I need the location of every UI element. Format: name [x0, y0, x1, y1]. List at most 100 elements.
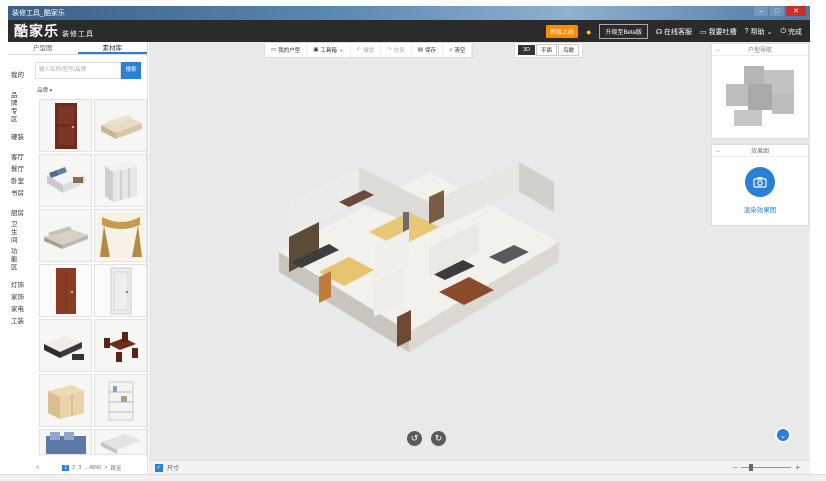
- window-bottom-edge: [0, 474, 826, 481]
- category-item[interactable]: 客厅: [8, 154, 30, 162]
- upgrade-beta-button[interactable]: 升级至Beta版: [599, 24, 648, 39]
- window-right-edge: [810, 20, 826, 474]
- clear-button[interactable]: ⌂ 清空: [443, 43, 473, 57]
- my-floorplan-button[interactable]: ▭ 我的户型: [265, 43, 308, 57]
- rotate-left-icon[interactable]: ↺: [407, 431, 422, 446]
- render-panel: ↔ 效果图 渲染效果图: [711, 144, 809, 226]
- view-bird-button[interactable]: 鸟瞰: [558, 44, 580, 56]
- online-service-button[interactable]: ☊ 在线客服: [656, 27, 692, 37]
- prev-page-icon[interactable]: <: [36, 465, 39, 471]
- zoom-slider-handle[interactable]: [749, 464, 754, 471]
- render-panel-header: ↔ 效果图: [712, 145, 808, 157]
- material-cabinet[interactable]: [39, 374, 92, 427]
- render-panel-title: 效果图: [750, 149, 769, 155]
- close-icon[interactable]: ✕: [786, 6, 806, 16]
- zoom-control: − +: [733, 463, 800, 472]
- page-last[interactable]: ...4890: [84, 465, 101, 471]
- page-3[interactable]: 3: [78, 465, 81, 471]
- floorplan-minimap[interactable]: [712, 56, 808, 136]
- feedback-button[interactable]: ▭ 我要吐槽: [700, 27, 737, 37]
- toolbox-label: 工具箱: [320, 48, 337, 54]
- material-sofa-leather[interactable]: [94, 99, 147, 152]
- search-button[interactable]: 搜索: [121, 62, 141, 79]
- category-item[interactable]: 功能区: [8, 248, 22, 272]
- material-shelf[interactable]: [94, 374, 147, 427]
- logo-subtitle: 装修工具: [62, 31, 94, 38]
- float-service-icon[interactable]: ⌄: [775, 427, 791, 443]
- brand-filter[interactable]: 品牌 ▾: [37, 86, 52, 94]
- category-item[interactable]: 工装: [8, 318, 30, 326]
- logo: 酷家乐 装修工具: [8, 21, 94, 41]
- jump-to-page[interactable]: 跳至: [110, 464, 121, 472]
- chat-icon: ▭: [700, 28, 707, 36]
- right-panel: ↔ 户型导航 ↔ 效果图 渲染效果图: [710, 42, 810, 460]
- material-sectional-sofa[interactable]: [39, 209, 92, 262]
- material-wardrobe[interactable]: [94, 154, 147, 207]
- category-item[interactable]: 餐厅: [8, 166, 30, 174]
- design-canvas[interactable]: ▭ 我的户型 ▣ 工具箱 ⌄ ↶ 撤销 ↷ 恢复 ▤ 保存 ⌂ 清空 3D 平面 鸟瞰: [149, 42, 710, 460]
- online-service-label: 在线客服: [664, 28, 693, 36]
- logo-text: 酷家乐: [14, 23, 59, 39]
- finish-button[interactable]: ⏻ 完成: [780, 27, 802, 37]
- material-door-white[interactable]: [94, 264, 147, 317]
- floorplan-navigator-header: ↔ 户型导航: [712, 44, 808, 56]
- header-actions: 新版上线 ● 升级至Beta版 ☊ 在线客服 ▭ 我要吐槽 ? 帮助 ⌄ ⏻ 完成: [546, 24, 802, 39]
- new-version-badge[interactable]: 新版上线: [546, 25, 579, 38]
- render-button[interactable]: 渲染效果图: [744, 204, 777, 214]
- view-3d-button[interactable]: 3D: [518, 45, 536, 55]
- zoom-in-icon[interactable]: +: [795, 463, 800, 472]
- category-item[interactable]: 家饰: [8, 294, 30, 302]
- material-dining-set[interactable]: [94, 319, 147, 372]
- category-item[interactable]: 我的: [8, 72, 30, 80]
- rotate-right-icon[interactable]: ↻: [431, 431, 446, 446]
- camera-icon[interactable]: [745, 167, 775, 197]
- category-item[interactable]: 硬装: [8, 134, 30, 142]
- view-plan-button[interactable]: 平面: [536, 44, 558, 56]
- material-bed[interactable]: [39, 154, 92, 207]
- bulb-icon[interactable]: ●: [586, 27, 591, 37]
- help-button[interactable]: ? 帮助 ⌄: [745, 27, 773, 37]
- category-item[interactable]: 家电: [8, 306, 30, 314]
- material-door-wood[interactable]: [39, 99, 92, 152]
- collapse-icon[interactable]: ↔: [715, 148, 721, 154]
- redo-button[interactable]: ↷ 恢复: [381, 43, 412, 57]
- search-input[interactable]: 输入名称/型号/品牌: [35, 62, 121, 79]
- material-sofa-blue[interactable]: [39, 429, 92, 455]
- collapse-icon[interactable]: ↔: [715, 47, 721, 53]
- material-curtain[interactable]: [94, 209, 147, 262]
- category-item[interactable]: 书房: [8, 190, 30, 198]
- material-grid: [39, 99, 151, 455]
- floorplan-navigator: ↔ 户型导航: [711, 43, 809, 139]
- tab-material[interactable]: 素材库: [77, 42, 147, 54]
- category-item[interactable]: 品牌专区: [8, 92, 22, 124]
- left-tabs: 户型图 素材库: [8, 42, 147, 55]
- brand-filter-label: 品牌: [37, 88, 49, 94]
- material-sofa-grey[interactable]: [94, 429, 147, 455]
- material-search: 输入名称/型号/品牌 搜索: [35, 62, 141, 79]
- category-item[interactable]: 灯饰: [8, 282, 30, 290]
- dimension-checkbox[interactable]: ✓: [155, 463, 163, 472]
- toolbox-icon: ▣: [313, 47, 319, 53]
- toolbox-button[interactable]: ▣ 工具箱 ⌄: [307, 43, 351, 57]
- my-floorplan-label: 我的户型: [278, 48, 301, 54]
- zoom-out-icon[interactable]: −: [733, 463, 738, 472]
- category-item[interactable]: 卫生间: [8, 221, 22, 245]
- material-door-brown[interactable]: [39, 264, 92, 317]
- zoom-slider[interactable]: [741, 464, 792, 471]
- maximize-icon[interactable]: □: [770, 6, 784, 16]
- category-item[interactable]: 卧室: [8, 178, 30, 186]
- minimize-icon[interactable]: –: [754, 6, 768, 16]
- floorplan-3d-model[interactable]: [279, 162, 559, 362]
- save-label: 保存: [425, 48, 437, 54]
- material-sofa-set[interactable]: [39, 319, 92, 372]
- tab-floorplan[interactable]: 户型图: [8, 42, 78, 54]
- finish-label: 完成: [788, 28, 802, 36]
- category-item[interactable]: 厨房: [8, 210, 30, 218]
- page-1[interactable]: 1: [62, 465, 70, 471]
- page-2[interactable]: 2: [72, 465, 75, 471]
- save-button[interactable]: ▤ 保存: [412, 43, 444, 57]
- main-toolbar: ▭ 我的户型 ▣ 工具箱 ⌄ ↶ 撤销 ↷ 恢复 ▤ 保存 ⌂ 清空: [264, 42, 474, 58]
- undo-button[interactable]: ↶ 撤销: [351, 43, 382, 57]
- next-page-icon[interactable]: >: [104, 465, 107, 471]
- pagination: < 1 2 3 ...4890 > 跳至: [30, 462, 148, 474]
